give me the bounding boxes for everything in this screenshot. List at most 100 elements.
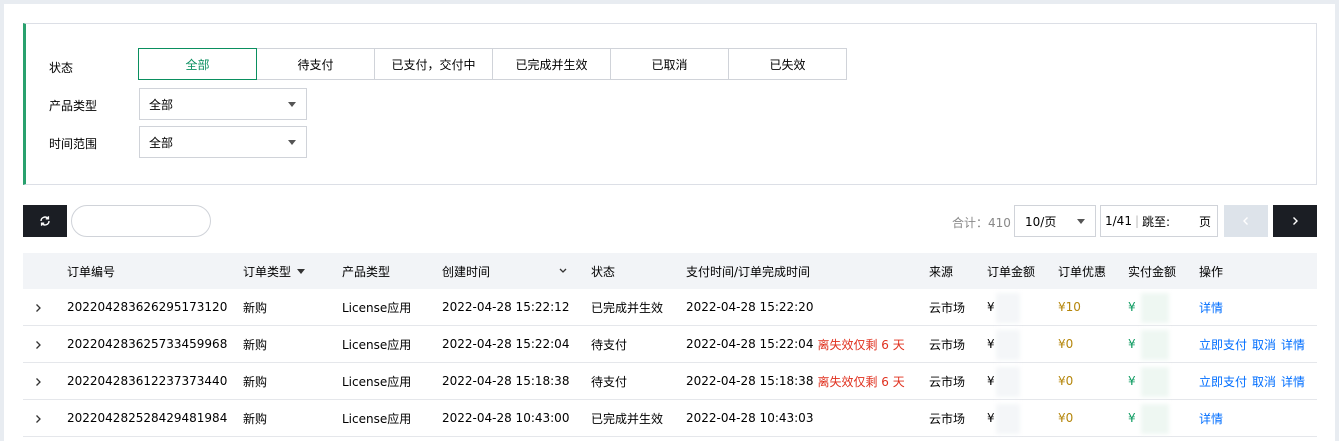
divider: | — [1134, 214, 1139, 228]
order-page: 状态 全部 待支付 已支付，交付中 已完成并生效 已取消 已失效 产品类型 全部… — [4, 4, 1335, 441]
order-status: 待支付 — [591, 337, 628, 352]
created-time: 2022-04-28 15:22:12 — [442, 300, 570, 314]
header-amount: 订单金额 — [987, 264, 1036, 279]
jump-input[interactable] — [1170, 211, 1200, 231]
product-type: License应用 — [342, 300, 412, 315]
page-size-select[interactable]: 10/页 — [1014, 205, 1096, 237]
redacted-paid-amount — [1141, 293, 1169, 323]
status-option-all[interactable]: 全部 — [138, 48, 257, 80]
header-discount: 订单优惠 — [1058, 264, 1107, 279]
caret-down-icon — [288, 102, 296, 107]
refresh-button[interactable] — [23, 205, 67, 237]
amount: ¥ — [987, 374, 995, 388]
paid-time: 2022-04-28 15:22:04 — [686, 337, 814, 351]
expire-note: 离失效仅剩 6 天 — [817, 337, 905, 352]
paid-time: 2022-04-28 15:22:20 — [686, 300, 814, 314]
next-page-button[interactable] — [1273, 205, 1317, 237]
page-size-value: 10/页 — [1025, 214, 1057, 229]
status-option-expired[interactable]: 已失效 — [728, 48, 847, 80]
redacted-amount — [996, 367, 1020, 397]
source: 云市场 — [929, 374, 966, 389]
status-label: 状态 — [49, 61, 74, 75]
jump-unit: 页 — [1198, 214, 1211, 229]
header-order-id: 订单编号 — [67, 264, 116, 279]
paid-time-cell: 2022-04-28 15:22:04 离失效仅剩 6 天 — [686, 326, 905, 362]
expire-note: 离失效仅剩 6 天 — [817, 374, 905, 389]
time-range-value: 全部 — [149, 135, 174, 150]
header-order-type[interactable]: 订单类型 — [243, 253, 306, 289]
status-option-paid-delivering[interactable]: 已支付，交付中 — [374, 48, 493, 80]
paid-amount: ¥ — [1128, 411, 1136, 425]
paid-time-cell: 2022-04-28 15:18:38 离失效仅剩 6 天 — [686, 363, 905, 399]
filter-panel: 状态 全部 待支付 已支付，交付中 已完成并生效 已取消 已失效 产品类型 全部… — [23, 23, 1317, 185]
status-option-completed[interactable]: 已完成并生效 — [492, 48, 611, 80]
status-option-pending-payment[interactable]: 待支付 — [256, 48, 375, 80]
table-row: 202204283625733459968 新购 License应用 2022-04-… — [23, 326, 1317, 363]
order-id: 202204283612237373440 — [67, 374, 228, 388]
order-status: 已完成并生效 — [591, 411, 664, 426]
redacted-paid-amount — [1141, 404, 1169, 434]
time-range-label: 时间范围 — [49, 137, 98, 151]
details-link[interactable]: 详情 — [1199, 410, 1223, 427]
discount: ¥0 — [1058, 374, 1074, 388]
redacted-paid-amount — [1141, 367, 1169, 397]
chevron-right-icon — [1293, 217, 1298, 225]
source: 云市场 — [929, 411, 966, 426]
actions-cell: 详情 — [1199, 400, 1228, 436]
expand-chevron-icon[interactable] — [34, 339, 42, 353]
order-type: 新购 — [243, 374, 268, 389]
header-product-type: 产品类型 — [342, 264, 391, 279]
paid-time: 2022-04-28 10:43:03 — [686, 411, 814, 425]
product-type-select[interactable]: 全部 — [139, 88, 307, 120]
redacted-paid-amount — [1141, 330, 1169, 360]
header-source: 来源 — [929, 264, 954, 279]
source: 云市场 — [929, 337, 966, 352]
order-id: 202204283625733459968 — [67, 337, 228, 351]
redacted-amount — [996, 330, 1020, 360]
header-created[interactable]: 创建时间 — [442, 253, 568, 289]
created-time: 2022-04-28 10:43:00 — [442, 411, 570, 425]
cancel-link[interactable]: 取消 — [1252, 336, 1276, 353]
table-row: 202204282528429481984 新购 License应用 2022-04-… — [23, 400, 1317, 437]
details-link[interactable]: 详情 — [1199, 299, 1223, 316]
product-type-label: 产品类型 — [49, 99, 98, 113]
source: 云市场 — [929, 300, 966, 315]
created-time: 2022-04-28 15:18:38 — [442, 374, 570, 388]
prev-page-button[interactable] — [1224, 205, 1268, 237]
total-count: 合计：410 — [952, 216, 1011, 230]
discount: ¥10 — [1058, 300, 1081, 314]
amount: ¥ — [987, 337, 995, 351]
redacted-amount — [996, 404, 1020, 434]
pay-now-link[interactable]: 立即支付 — [1199, 336, 1247, 353]
page-info: 1/41 — [1105, 214, 1132, 228]
header-order-type-label: 订单类型 — [243, 264, 292, 279]
redacted-amount — [996, 293, 1020, 323]
expand-chevron-icon[interactable] — [34, 413, 42, 427]
order-type: 新购 — [243, 337, 268, 352]
order-status: 待支付 — [591, 374, 628, 389]
search-input[interactable] — [71, 205, 211, 237]
header-paid-time: 支付时间/订单完成时间 — [686, 264, 811, 279]
header-status: 状态 — [591, 264, 616, 279]
orders-table: 订单编号 订单类型 产品类型 创建时间 状态 支付时间/订单完成时间 来源 订单… — [23, 253, 1317, 437]
order-type: 新购 — [243, 411, 268, 426]
paid-amount: ¥ — [1128, 300, 1136, 314]
status-segmented-control: 全部 待支付 已支付，交付中 已完成并生效 已取消 已失效 — [138, 48, 847, 80]
cancel-link[interactable]: 取消 — [1252, 373, 1276, 390]
time-range-select[interactable]: 全部 — [139, 126, 307, 158]
order-id: 202204282528429481984 — [67, 411, 228, 425]
actions-cell: 立即支付 取消 详情 — [1199, 326, 1310, 362]
details-link[interactable]: 详情 — [1281, 373, 1305, 390]
expand-chevron-icon[interactable] — [34, 376, 42, 390]
paid-time: 2022-04-28 15:18:38 — [686, 374, 814, 388]
pay-now-link[interactable]: 立即支付 — [1199, 373, 1247, 390]
status-option-cancelled[interactable]: 已取消 — [610, 48, 729, 80]
table-header: 订单编号 订单类型 产品类型 创建时间 状态 支付时间/订单完成时间 来源 订单… — [23, 253, 1317, 289]
expand-chevron-icon[interactable] — [34, 302, 42, 316]
paid-time-cell: 2022-04-28 15:22:20 — [686, 289, 813, 325]
discount: ¥0 — [1058, 411, 1074, 425]
header-actions: 操作 — [1199, 264, 1224, 279]
actions-cell: 立即支付 取消 详情 — [1199, 363, 1310, 399]
caret-down-icon — [288, 140, 296, 145]
details-link[interactable]: 详情 — [1281, 336, 1305, 353]
